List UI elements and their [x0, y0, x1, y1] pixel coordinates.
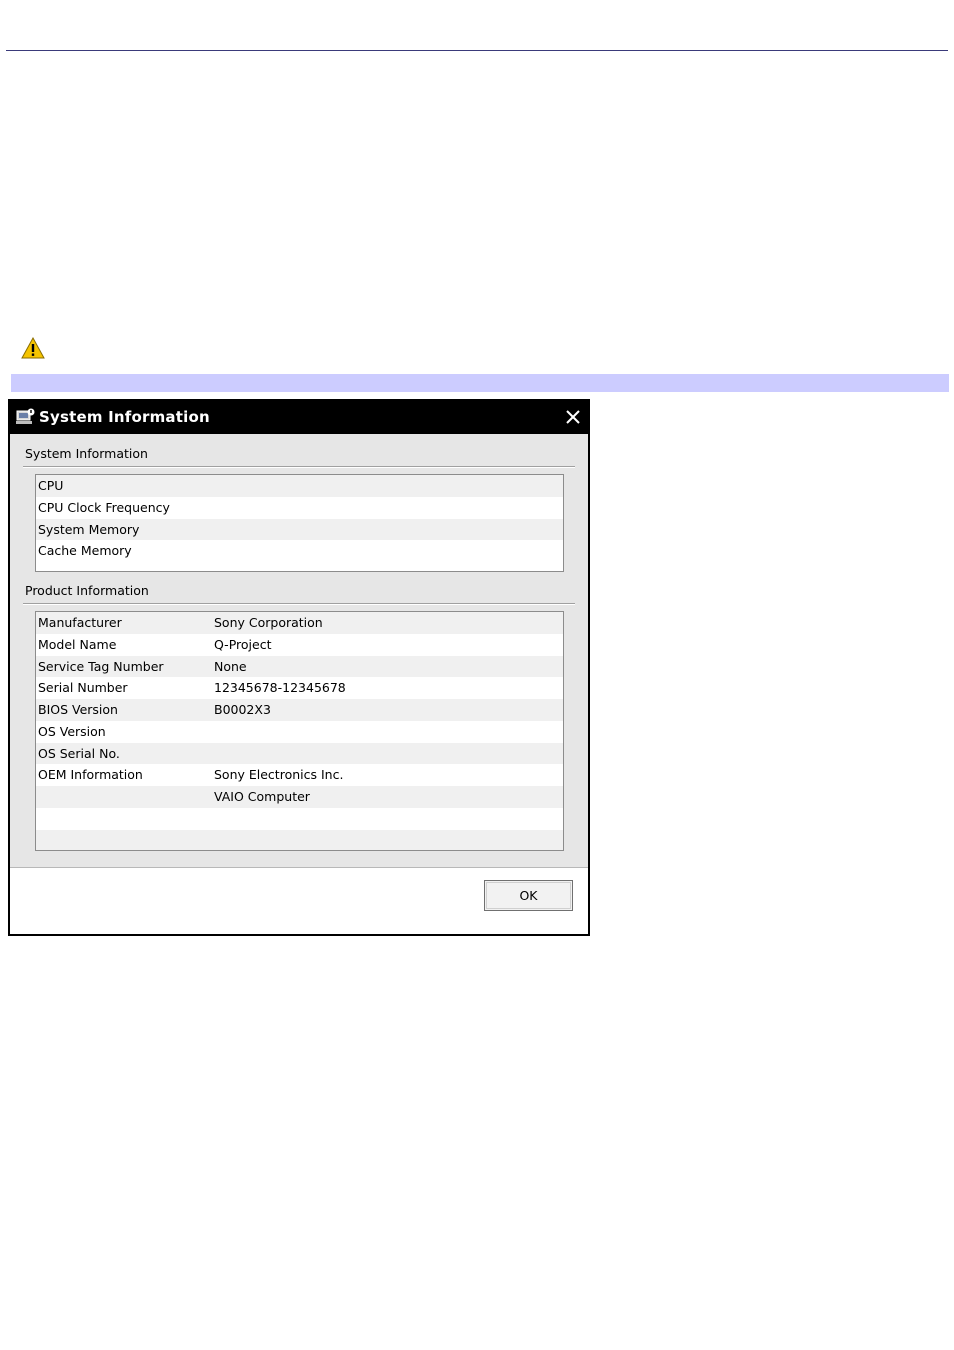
- list-item[interactable]: VAIO Computer: [36, 786, 563, 808]
- dialog-titlebar[interactable]: System Information: [10, 401, 588, 434]
- product-information-list[interactable]: Manufacturer Sony Corporation Model Name Q…: [35, 611, 564, 851]
- product-information-label: Product Information: [25, 583, 149, 598]
- list-item[interactable]: Manufacturer Sony Corporation: [36, 612, 563, 634]
- top-divider: [6, 50, 948, 51]
- list-item[interactable]: Cache Memory: [36, 540, 563, 562]
- system-information-list[interactable]: CPU CPU Clock Frequency System Memory Ca…: [35, 474, 564, 572]
- list-item[interactable]: [36, 829, 563, 850]
- list-item[interactable]: Service Tag Number None: [36, 655, 563, 678]
- list-item[interactable]: OEM Information Sony Electronics Inc.: [36, 764, 563, 786]
- list-item[interactable]: [36, 807, 563, 830]
- list-item[interactable]: OS Version: [36, 720, 563, 743]
- list-item[interactable]: Serial Number 12345678-12345678: [36, 677, 563, 699]
- system-information-label: System Information: [25, 446, 148, 461]
- product-information-divider: [23, 603, 575, 605]
- close-icon[interactable]: [562, 406, 584, 428]
- system-information-dialog: System Information System Information CP…: [8, 399, 590, 936]
- list-item[interactable]: CPU Clock Frequency: [36, 496, 563, 519]
- list-item[interactable]: OS Serial No.: [36, 742, 563, 765]
- dialog-content: System Information CPU CPU Clock Frequen…: [10, 434, 588, 867]
- list-item[interactable]: BIOS Version B0002X3: [36, 699, 563, 721]
- note-bar: [11, 374, 949, 392]
- ok-button[interactable]: OK: [484, 880, 573, 911]
- system-information-divider: [23, 466, 575, 468]
- computer-info-icon: [16, 408, 35, 424]
- warning-icon: [21, 337, 45, 359]
- list-item[interactable]: CPU: [36, 475, 563, 497]
- list-item[interactable]: Model Name Q-Project: [36, 633, 563, 656]
- list-item[interactable]: System Memory: [36, 518, 563, 541]
- dialog-title: System Information: [39, 408, 210, 426]
